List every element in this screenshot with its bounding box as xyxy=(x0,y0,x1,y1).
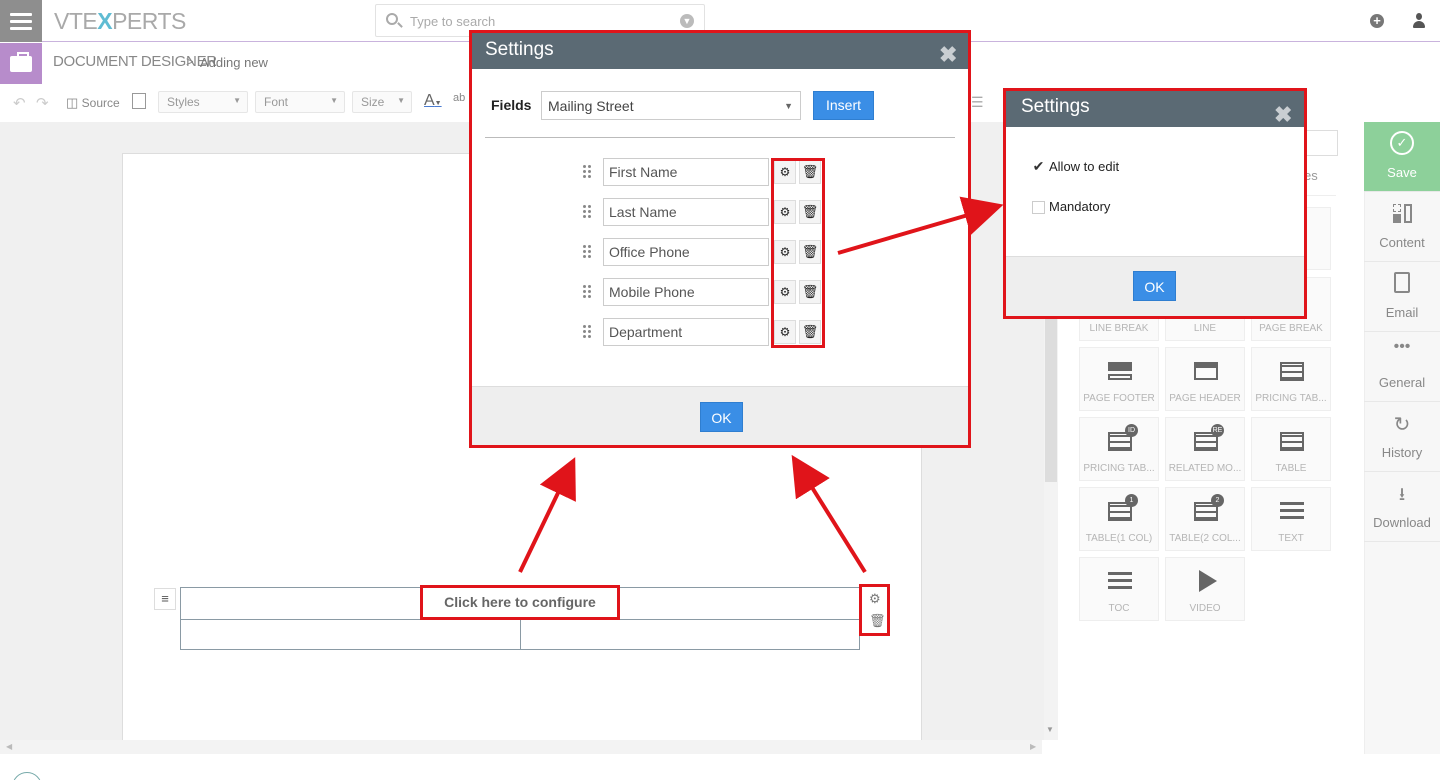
arrow-field-settings xyxy=(837,196,1004,255)
annotation-arrows xyxy=(518,196,1004,574)
arrow-configure xyxy=(518,457,576,573)
arrow-table-actions xyxy=(791,454,867,574)
